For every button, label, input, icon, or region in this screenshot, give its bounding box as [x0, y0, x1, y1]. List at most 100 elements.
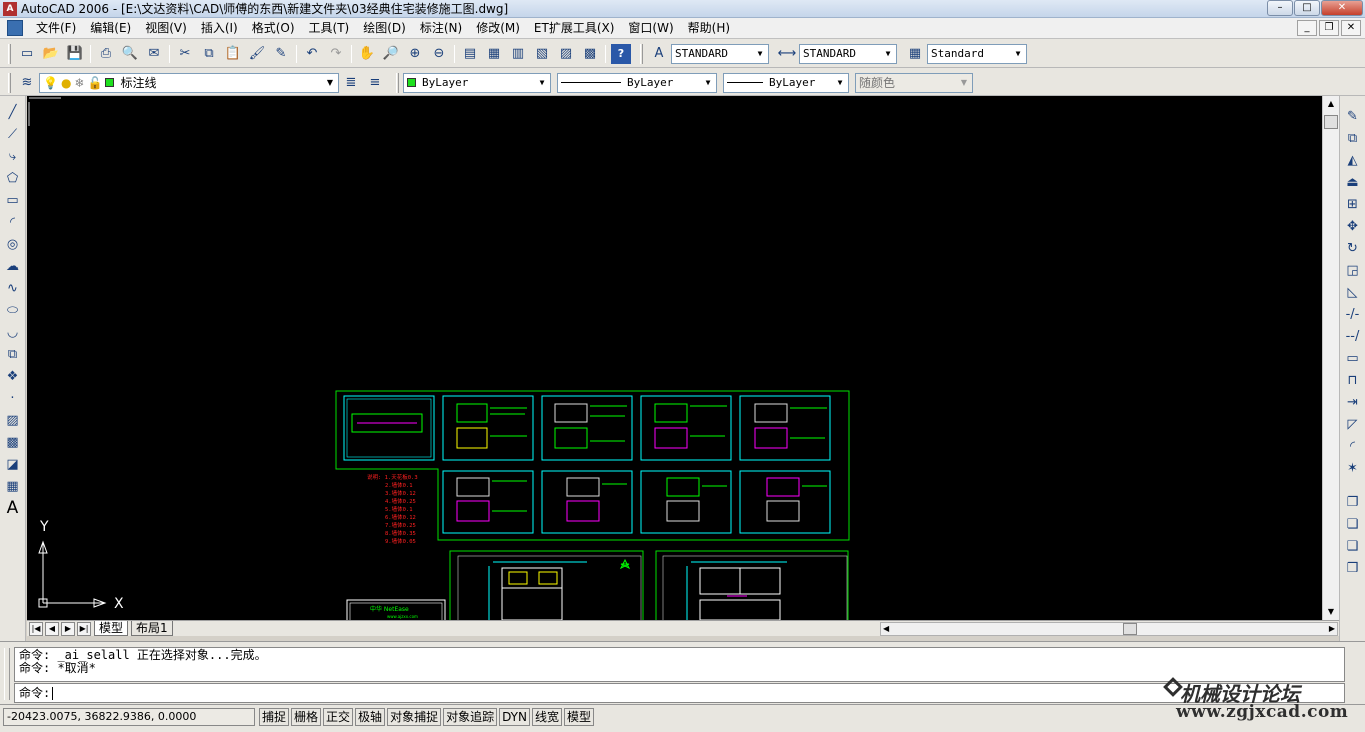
make-block-icon[interactable]: ❖ [2, 366, 24, 386]
scroll-up-icon[interactable]: ▲ [1323, 96, 1339, 112]
menu-insert[interactable]: 插入(I) [194, 18, 245, 39]
scroll-thumb[interactable] [1324, 115, 1338, 129]
doc-close-button[interactable]: ✕ [1341, 20, 1361, 36]
menu-tools[interactable]: 工具(T) [302, 18, 357, 39]
gradient-icon[interactable]: ▩ [2, 432, 24, 452]
ortho-toggle[interactable]: 正交 [323, 708, 354, 726]
last-tab-icon[interactable]: ▶| [77, 621, 91, 636]
color-select[interactable]: ByLayer ▼ [403, 72, 551, 93]
vertical-scrollbar[interactable]: ▲ ▼ [1322, 96, 1339, 620]
zoom-window-icon[interactable]: ⊕ [405, 44, 425, 64]
dim-style-select[interactable]: STANDARD ▼ [799, 43, 897, 64]
block-editor-icon[interactable]: ✎ [271, 44, 291, 64]
revision-cloud-icon[interactable]: ☁ [2, 256, 24, 276]
calculator-icon[interactable]: ▩ [580, 44, 600, 64]
polar-toggle[interactable]: 极轴 [355, 708, 386, 726]
lineweight-toggle[interactable]: 线宽 [531, 708, 562, 726]
array-icon[interactable]: ⊞ [1342, 194, 1364, 214]
erase-icon[interactable]: ✎ [1342, 106, 1364, 126]
coordinate-display[interactable]: -20423.0075, 36822.9386, 0.0000 [3, 708, 255, 726]
menu-express-tools[interactable]: ET扩展工具(X) [527, 18, 622, 39]
copy-icon[interactable]: ⧉ [199, 44, 219, 64]
minimize-button[interactable]: – [1267, 0, 1293, 16]
rotate-icon[interactable]: ↻ [1342, 238, 1364, 258]
scroll-left-icon[interactable]: ◀ [883, 623, 889, 635]
text-style-select[interactable]: STANDARD ▼ [671, 43, 769, 64]
explode-icon[interactable]: ✶ [1342, 458, 1364, 478]
match-properties-icon[interactable]: 🖌 [247, 44, 267, 64]
toolbar-grip[interactable] [640, 43, 643, 64]
tool-palettes-icon[interactable]: ▥ [508, 44, 528, 64]
menu-help[interactable]: 帮助(H) [681, 18, 737, 39]
rectangle-icon[interactable]: ▭ [2, 190, 24, 210]
open-file-icon[interactable]: 📂 [41, 44, 61, 64]
line-icon[interactable]: ╱ [2, 102, 24, 122]
zoom-realtime-icon[interactable]: 🔎 [381, 44, 401, 64]
save-icon[interactable]: 💾 [65, 44, 85, 64]
tab-layout1[interactable]: 布局1 [131, 621, 173, 636]
first-tab-icon[interactable]: |◀ [29, 621, 43, 636]
next-tab-icon[interactable]: ▶ [61, 621, 75, 636]
print-preview-icon[interactable]: 🔍 [120, 44, 140, 64]
model-toggle[interactable]: 模型 [564, 708, 595, 726]
layer-select[interactable]: 💡 ● ❄ 🔓 标注线 ▼ [39, 72, 339, 93]
command-input[interactable]: 命令: [14, 683, 1345, 703]
scroll-thumb[interactable] [1123, 623, 1137, 635]
fillet-icon[interactable]: ◜ [1342, 436, 1364, 456]
autocad-app-icon[interactable]: A [3, 1, 17, 16]
circle-icon[interactable]: ◎ [2, 234, 24, 254]
menu-edit[interactable]: 编辑(E) [83, 18, 138, 39]
snap-toggle[interactable]: 捕捉 [259, 708, 290, 726]
properties-icon[interactable]: ▤ [460, 44, 480, 64]
polygon-icon[interactable]: ⬠ [2, 168, 24, 188]
new-file-icon[interactable]: ▭ [17, 44, 37, 64]
redo-icon[interactable]: ↷ [326, 44, 346, 64]
point-icon[interactable]: · [2, 388, 24, 408]
grid-toggle[interactable]: 栅格 [291, 708, 322, 726]
document-icon[interactable] [7, 20, 23, 36]
design-center-icon[interactable]: ▦ [484, 44, 504, 64]
break-at-point-icon[interactable]: ▭ [1342, 348, 1364, 368]
mirror-icon[interactable]: ◭ [1342, 150, 1364, 170]
horizontal-scrollbar[interactable]: ◀ ▶ [880, 622, 1338, 636]
draworder-above-icon[interactable]: ❑ [1342, 536, 1364, 556]
cut-icon[interactable]: ✂ [175, 44, 195, 64]
draworder-back-icon[interactable]: ❏ [1342, 514, 1364, 534]
maximize-button[interactable]: □ [1294, 0, 1320, 16]
draworder-under-icon[interactable]: ❒ [1342, 558, 1364, 578]
menu-window[interactable]: 窗口(W) [621, 18, 680, 39]
menu-format[interactable]: 格式(O) [245, 18, 302, 39]
region-icon[interactable]: ◪ [2, 454, 24, 474]
dim-style-icon[interactable]: ⟷ [777, 44, 797, 64]
undo-icon[interactable]: ↶ [302, 44, 322, 64]
break-icon[interactable]: ⊓ [1342, 370, 1364, 390]
scroll-right-icon[interactable]: ▶ [1329, 623, 1335, 635]
copy-object-icon[interactable]: ⧉ [1342, 128, 1364, 148]
linetype-select[interactable]: ByLayer ▼ [557, 72, 717, 93]
offset-icon[interactable]: ⏏ [1342, 172, 1364, 192]
dyn-toggle[interactable]: DYN [499, 708, 530, 726]
otrack-toggle[interactable]: 对象追踪 [443, 708, 498, 726]
menu-modify[interactable]: 修改(M) [469, 18, 527, 39]
lineweight-select[interactable]: ByLayer ▼ [723, 72, 849, 93]
close-button[interactable]: ✕ [1321, 0, 1363, 16]
print-icon[interactable]: ⎙ [96, 44, 116, 64]
stretch-icon[interactable]: ◺ [1342, 282, 1364, 302]
toolbar-grip[interactable] [396, 72, 399, 93]
table-style-icon[interactable]: ▦ [905, 44, 925, 64]
table-icon[interactable]: ▦ [2, 476, 24, 496]
make-object-layer-current-icon[interactable]: ≣ [341, 73, 361, 93]
publish-icon[interactable]: ✉ [144, 44, 164, 64]
doc-minimize-button[interactable]: _ [1297, 20, 1317, 36]
scroll-down-icon[interactable]: ▼ [1323, 604, 1339, 620]
scale-icon[interactable]: ◲ [1342, 260, 1364, 280]
table-style-select[interactable]: Standard ▼ [927, 43, 1027, 64]
chamfer-icon[interactable]: ◸ [1342, 414, 1364, 434]
text-style-icon[interactable]: A [649, 44, 669, 64]
pan-icon[interactable]: ✋ [357, 44, 377, 64]
layer-previous-icon[interactable]: ≡ [365, 73, 385, 93]
ellipse-icon[interactable]: ⬭ [2, 300, 24, 320]
insert-block-icon[interactable]: ⧉ [2, 344, 24, 364]
doc-restore-button[interactable]: ❐ [1319, 20, 1339, 36]
menu-file[interactable]: 文件(F) [29, 18, 83, 39]
